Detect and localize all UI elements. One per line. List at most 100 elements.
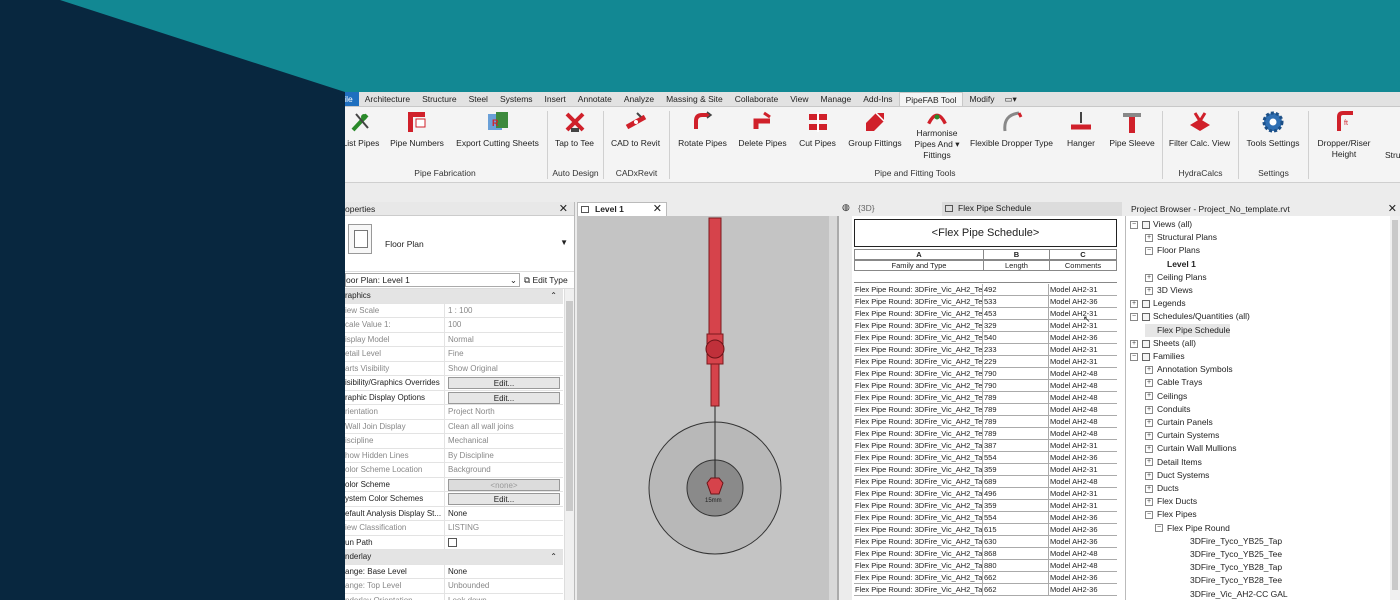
collapse-icon[interactable]: −: [1145, 511, 1153, 520]
schedule-row[interactable]: Flex Pipe Round: 3DFire_Vic_AH2_Tap 630 Mo…: [854, 536, 1117, 548]
cad-to-revit-button[interactable]: CAD to Revit: [608, 109, 663, 149]
group-fittings-button[interactable]: Group Fittings: [845, 109, 905, 149]
dropdown-arrow-icon[interactable]: ▼: [560, 238, 568, 247]
view-scrollbar[interactable]: [829, 216, 837, 600]
schedule-row[interactable]: Flex Pipe Round: 3DFire_Vic_AH2_Tee 329 Mo…: [854, 320, 1117, 332]
cell-length[interactable]: 789: [983, 416, 1049, 427]
schedule-row[interactable]: Flex Pipe Round: 3DFire_Vic_AH2_Tap 662 Mo…: [854, 584, 1117, 596]
cell-length[interactable]: 554: [983, 452, 1049, 463]
tree-item[interactable]: 3DFire_Tyco_YB25_Tee: [1182, 548, 1282, 561]
expand-icon[interactable]: +: [1145, 405, 1153, 414]
tree-item[interactable]: + Ceilings: [1145, 390, 1187, 403]
tools-settings-button[interactable]: Tools Settings: [1243, 109, 1303, 149]
cell-family-type[interactable]: Flex Pipe Round: 3DFire_Vic_AH2_Tee: [854, 284, 983, 295]
property-value[interactable]: Edit...: [445, 376, 563, 390]
cell-length[interactable]: 233: [983, 344, 1049, 355]
properties-scrollbar[interactable]: [564, 289, 574, 600]
cell-length[interactable]: 329: [983, 320, 1049, 331]
tab-view[interactable]: View: [784, 92, 814, 106]
quick-access-dropdown-icon[interactable]: ▭▾: [1001, 92, 1021, 106]
cell-comments[interactable]: Model AH2-36: [1049, 296, 1117, 307]
cell-family-type[interactable]: Flex Pipe Round: 3DFire_Vic_AH2_Tap: [854, 488, 983, 499]
schedule-row[interactable]: Flex Pipe Round: 3DFire_Vic_AH2_Tap 689 Mo…: [854, 476, 1117, 488]
tab-massing-site[interactable]: Massing & Site: [660, 92, 729, 106]
cell-length[interactable]: 880: [983, 560, 1049, 571]
schedule-row[interactable]: Flex Pipe Round: 3DFire_Vic_AH2_Tee 229 Mo…: [854, 356, 1117, 368]
cell-length[interactable]: 689: [983, 476, 1049, 487]
cell-family-type[interactable]: Flex Pipe Round: 3DFire_Vic_AH2_Tap: [854, 548, 983, 559]
tree-item[interactable]: + Cable Trays: [1145, 376, 1202, 389]
tree-item[interactable]: + Detail Items: [1145, 456, 1202, 469]
cell-length[interactable]: 630: [983, 536, 1049, 547]
property-category[interactable]: nderlay ⌃: [345, 550, 563, 565]
cell-length[interactable]: 868: [983, 548, 1049, 559]
cut-pipes-button[interactable]: Cut Pipes: [795, 109, 840, 149]
cell-comments[interactable]: Model AH2-31: [1049, 440, 1117, 451]
collapse-icon[interactable]: −: [1130, 220, 1138, 229]
scroll-thumb[interactable]: [1392, 220, 1398, 590]
close-icon[interactable]: ✕: [653, 203, 662, 216]
cell-comments[interactable]: Model AH2-48: [1049, 428, 1117, 439]
tree-item[interactable]: − Floor Plans: [1145, 244, 1200, 257]
close-icon[interactable]: ✕: [559, 202, 568, 216]
cell-family-type[interactable]: Flex Pipe Round: 3DFire_Vic_AH2_Tap: [854, 536, 983, 547]
cell-length[interactable]: 615: [983, 524, 1049, 535]
cell-comments[interactable]: Model AH2-48: [1049, 380, 1117, 391]
schedule-row[interactable]: Flex Pipe Round: 3DFire_Vic_AH2_Tee 790 Mo…: [854, 368, 1117, 380]
cell-comments[interactable]: Model AH2-31: [1049, 356, 1117, 367]
tab-analyze[interactable]: Analyze: [618, 92, 660, 106]
project-browser-scrollbar[interactable]: [1390, 216, 1400, 600]
edit-button[interactable]: Edit...: [448, 391, 560, 404]
level-1-view-canvas[interactable]: 15mm: [577, 216, 839, 600]
cell-family-type[interactable]: Flex Pipe Round: 3DFire_Vic_AH2_Tap: [854, 560, 983, 571]
expand-icon[interactable]: +: [1145, 392, 1153, 401]
tree-item[interactable]: − Views (all): [1130, 218, 1192, 231]
cell-length[interactable]: 492: [983, 284, 1049, 295]
expand-icon[interactable]: +: [1145, 273, 1153, 282]
cell-family-type[interactable]: Flex Pipe Round: 3DFire_Vic_AH2_Tap: [854, 476, 983, 487]
cell-comments[interactable]: Model AH2-36: [1049, 332, 1117, 343]
cell-comments[interactable]: Model AH2-48: [1049, 404, 1117, 415]
harmonise-pipes-button[interactable]: Harmonise Pipes And ▾ Fittings: [911, 107, 963, 161]
tree-item[interactable]: + Ceiling Plans: [1145, 271, 1207, 284]
tree-item[interactable]: + Curtain Systems: [1145, 429, 1219, 442]
tab-insert[interactable]: Insert: [539, 92, 572, 106]
collapse-icon[interactable]: −: [1130, 352, 1138, 361]
collapse-icon[interactable]: ⌃: [550, 550, 557, 564]
cell-family-type[interactable]: Flex Pipe Round: 3DFire_Vic_AH2_Tee: [854, 356, 983, 367]
cell-length[interactable]: 533: [983, 296, 1049, 307]
flexible-dropper-type-button[interactable]: Flexible Dropper Type: [969, 109, 1054, 149]
edit-button[interactable]: Edit...: [448, 493, 560, 505]
column-letter-b[interactable]: B: [983, 249, 1050, 260]
expand-icon[interactable]: +: [1145, 431, 1153, 440]
schedule-row[interactable]: Flex Pipe Round: 3DFire_Vic_AH2_Tap 868 Mo…: [854, 548, 1117, 560]
property-value[interactable]: Edit...: [445, 492, 563, 506]
cell-length[interactable]: 789: [983, 392, 1049, 403]
cell-family-type[interactable]: Flex Pipe Round: 3DFire_Vic_AH2_Tap: [854, 452, 983, 463]
tree-item[interactable]: 3DFire_Tyco_YB28_Tap: [1182, 561, 1282, 574]
schedule-row[interactable]: Flex Pipe Round: 3DFire_Vic_AH2_Tap 662 Mo…: [854, 572, 1117, 584]
edit-type-button[interactable]: ⧉ Edit Type: [524, 275, 568, 286]
cell-length[interactable]: 453: [983, 308, 1049, 319]
dropper-riser-height-button[interactable]: ft Dropper/Riser Height: [1313, 109, 1375, 160]
tree-item[interactable]: Flex Pipe Schedule: [1145, 323, 1231, 337]
pipe-sleeve-button[interactable]: Pipe Sleeve: [1107, 109, 1157, 149]
tree-item[interactable]: +3D Views: [1145, 284, 1193, 297]
tab-manage[interactable]: Manage: [815, 92, 858, 106]
cell-family-type[interactable]: Flex Pipe Round: 3DFire_Vic_AH2_Tap: [854, 524, 983, 535]
schedule-row[interactable]: Flex Pipe Round: 3DFire_Vic_AH2_Tee 789 Mo…: [854, 428, 1117, 440]
cell-comments[interactable]: Model AH2-36: [1049, 452, 1117, 463]
cell-comments[interactable]: Model AH2-48: [1049, 416, 1117, 427]
cell-family-type[interactable]: Flex Pipe Round: 3DFire_Vic_AH2_Tee: [854, 308, 983, 319]
schedule-row[interactable]: Flex Pipe Round: 3DFire_Vic_AH2_Tap 554 Mo…: [854, 512, 1117, 524]
schedule-row[interactable]: Flex Pipe Round: 3DFire_Vic_AH2_Tee 533 Mo…: [854, 296, 1117, 308]
cell-family-type[interactable]: Flex Pipe Round: 3DFire_Vic_AH2_Tee: [854, 368, 983, 379]
tree-item[interactable]: Level 1: [1155, 258, 1196, 271]
cell-family-type[interactable]: Flex Pipe Round: 3DFire_Vic_AH2_Tee: [854, 392, 983, 403]
cell-comments[interactable]: Model AH2-36: [1049, 572, 1117, 583]
collapse-icon[interactable]: −: [1130, 313, 1138, 322]
tree-item[interactable]: + Annotation Symbols: [1145, 363, 1233, 376]
hanger-button[interactable]: Hanger: [1061, 109, 1101, 149]
cell-comments[interactable]: Model AH2-31: [1049, 284, 1117, 295]
cell-family-type[interactable]: Flex Pipe Round: 3DFire_Vic_AH2_Tap: [854, 440, 983, 451]
